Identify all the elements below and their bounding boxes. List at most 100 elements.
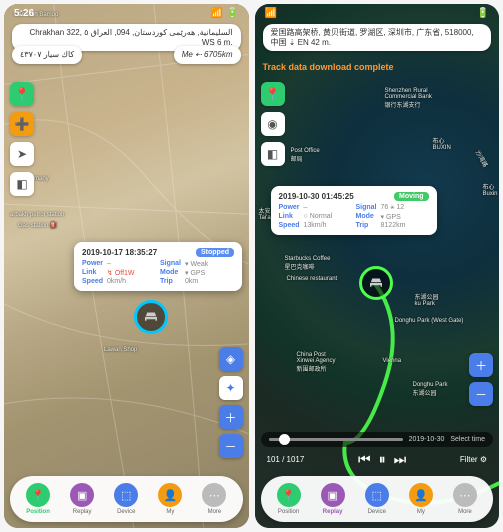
center-button[interactable]: ◈ <box>219 347 243 371</box>
zoom-in-button[interactable]: ＋ <box>219 405 243 429</box>
home-button[interactable]: ◉ <box>261 112 285 136</box>
zoom-out-button[interactable]: － <box>219 434 243 458</box>
zoom-buttons-left: ◈ ✦ ＋ － <box>219 347 243 458</box>
poi-label: 布心 Buxin <box>483 182 498 197</box>
poi-label: Lawan Shop <box>104 347 137 353</box>
nav-position[interactable]: 📍Position <box>277 483 301 515</box>
address-pill-right[interactable]: 爱国路高架桥, 黄贝街道, 罗湖区, 深圳市, 广东省, 518000, 中国 … <box>263 24 492 51</box>
mode-value: ▾ GPS <box>185 269 234 277</box>
link-value: ↯ Off1W <box>107 269 156 277</box>
filter-button[interactable]: Filter ⚙ <box>460 455 487 464</box>
layers-button[interactable]: ◧ <box>10 172 34 196</box>
status-bar-left: 5:26 📶 🔋 <box>4 4 249 22</box>
popup-timestamp: 2019-10-30 01:45:25 <box>279 192 354 201</box>
arrow-button[interactable]: ➤ <box>10 142 34 166</box>
power-label: Power <box>279 204 300 212</box>
link-label: Link <box>82 269 103 277</box>
device-icon: ⬚ <box>114 483 138 507</box>
mode-label: Mode <box>356 213 377 221</box>
poi-label: Vienna <box>383 358 402 364</box>
power-value: – <box>107 260 156 268</box>
frame-counter: 101 / 1017 <box>267 455 305 464</box>
link-label: Link <box>279 213 300 221</box>
my-icon: 👤 <box>158 483 182 507</box>
position-icon: 📍 <box>26 483 50 507</box>
add-button[interactable]: ➕ <box>10 112 34 136</box>
forward-button[interactable]: ⏭ <box>394 451 407 468</box>
status-bar-right: 📶 🔋 <box>255 4 500 22</box>
phone-left: 5:26 📶 🔋 Chrakhan 322, السليمانية, هەرێم… <box>4 4 249 528</box>
replay-icon: ▣ <box>321 483 345 507</box>
vehicle-marker-left[interactable] <box>134 300 168 334</box>
position-icon: 📍 <box>277 483 301 507</box>
signal-label: Signal <box>160 260 181 268</box>
status-badge-stopped: Stopped <box>196 248 234 257</box>
nav-more[interactable]: ⋯More <box>202 483 226 515</box>
slider-track[interactable] <box>269 438 403 441</box>
trip-value: 8122km <box>381 222 429 229</box>
locate-button[interactable]: 📍 <box>261 82 285 106</box>
slider-thumb[interactable] <box>279 434 290 445</box>
side-buttons-left: 📍 ➕ ➤ ◧ <box>10 82 34 196</box>
zoom-buttons-right: ＋ － <box>469 353 493 406</box>
signal-value: 76 ⚹ 12 <box>381 204 429 212</box>
rewind-button[interactable]: ⏮ <box>358 451 371 468</box>
status-badge-moving: Moving <box>394 192 429 201</box>
nav-replay[interactable]: ▣Replay <box>321 483 345 515</box>
nav-position[interactable]: 📍Position <box>26 483 50 515</box>
mode-label: Mode <box>160 269 181 277</box>
nav-replay[interactable]: ▣Replay <box>70 483 94 515</box>
poi-label: Starbucks Coffee 星巴克咖啡 <box>285 256 331 271</box>
poi-label: 布心 BUXIN <box>433 136 451 151</box>
more-icon: ⋯ <box>453 483 477 507</box>
nav-my[interactable]: 👤My <box>409 483 433 515</box>
signal-label: Signal <box>356 204 377 212</box>
nav-device[interactable]: ⬚Device <box>114 483 138 515</box>
link-value: ○ Normal <box>304 213 352 221</box>
download-banner: Track data download complete <box>263 62 492 72</box>
slider-date: 2019-10-30 <box>409 436 445 443</box>
nav-device[interactable]: ⬚Device <box>365 483 389 515</box>
device-icon: ⬚ <box>365 483 389 507</box>
battery-icon: 🔋 <box>477 8 489 19</box>
speed-label: Speed <box>82 278 103 285</box>
locate-button[interactable]: 📍 <box>10 82 34 106</box>
speed-value: 0km/h <box>107 278 156 285</box>
speed-value: 13km/h <box>304 222 352 229</box>
poi-label: Donghu Park (West Gate) <box>395 318 464 324</box>
slider-hint: Select time <box>450 436 485 443</box>
replay-icon: ▣ <box>70 483 94 507</box>
tag-pill-left[interactable]: كاك سيار ٤٣٧٠٧ <box>12 46 82 64</box>
info-popup-right: 2019-10-30 01:45:25 Moving Power– Signal… <box>271 186 437 235</box>
info-popup-left: 2019-10-17 18:35:27 Stopped Power– Signa… <box>74 242 242 291</box>
poi-label: Post Office 邮局 <box>291 148 320 163</box>
signal-value: ▾ Weak <box>185 260 234 268</box>
battery-icon: 📶 🔋 <box>211 8 239 19</box>
time-slider[interactable]: 2019-10-30 Select time <box>261 432 494 447</box>
poi-label: Donghu Park 东湖公园 <box>413 382 448 397</box>
side-buttons-right: 📍 ◉ ◧ <box>261 82 285 166</box>
speed-label: Speed <box>279 222 300 229</box>
nav-more[interactable]: ⋯More <box>453 483 477 515</box>
pause-button[interactable]: ⏸ <box>379 451 386 468</box>
poi-label: China Post Xinwei Agency 新围邮政所 <box>297 352 336 373</box>
zoom-out-button[interactable]: － <box>469 382 493 406</box>
poi-label: Shenzhen Rural Commercial Bank 银行东湖支行 <box>385 88 432 109</box>
bottom-nav-left: 📍Position ▣Replay ⬚Device 👤My ⋯More <box>10 476 243 522</box>
compass-button[interactable]: ✦ <box>219 376 243 400</box>
playback-controls: 2019-10-30 Select time 101 / 1017 ⏮ ⏸ ⏭ … <box>261 432 494 472</box>
power-value: – <box>304 204 352 212</box>
poi-label: 东湖公园 ku Park <box>415 292 439 307</box>
bottom-nav-right: 📍Position ▣Replay ⬚Device 👤My ⋯More <box>261 476 494 522</box>
layers-button[interactable]: ◧ <box>261 142 285 166</box>
trip-label: Trip <box>356 222 377 229</box>
transport-buttons: ⏮ ⏸ ⏭ <box>358 451 406 468</box>
signal-icon: 📶 <box>265 8 277 19</box>
vehicle-marker-right[interactable] <box>359 266 393 300</box>
power-label: Power <box>82 260 103 268</box>
zoom-in-button[interactable]: ＋ <box>469 353 493 377</box>
nav-my[interactable]: 👤My <box>158 483 182 515</box>
trip-label: Trip <box>160 278 181 285</box>
odometer-pill-left[interactable]: Me ⇠ 6705km <box>174 46 241 64</box>
trip-value: 0km <box>185 278 234 285</box>
